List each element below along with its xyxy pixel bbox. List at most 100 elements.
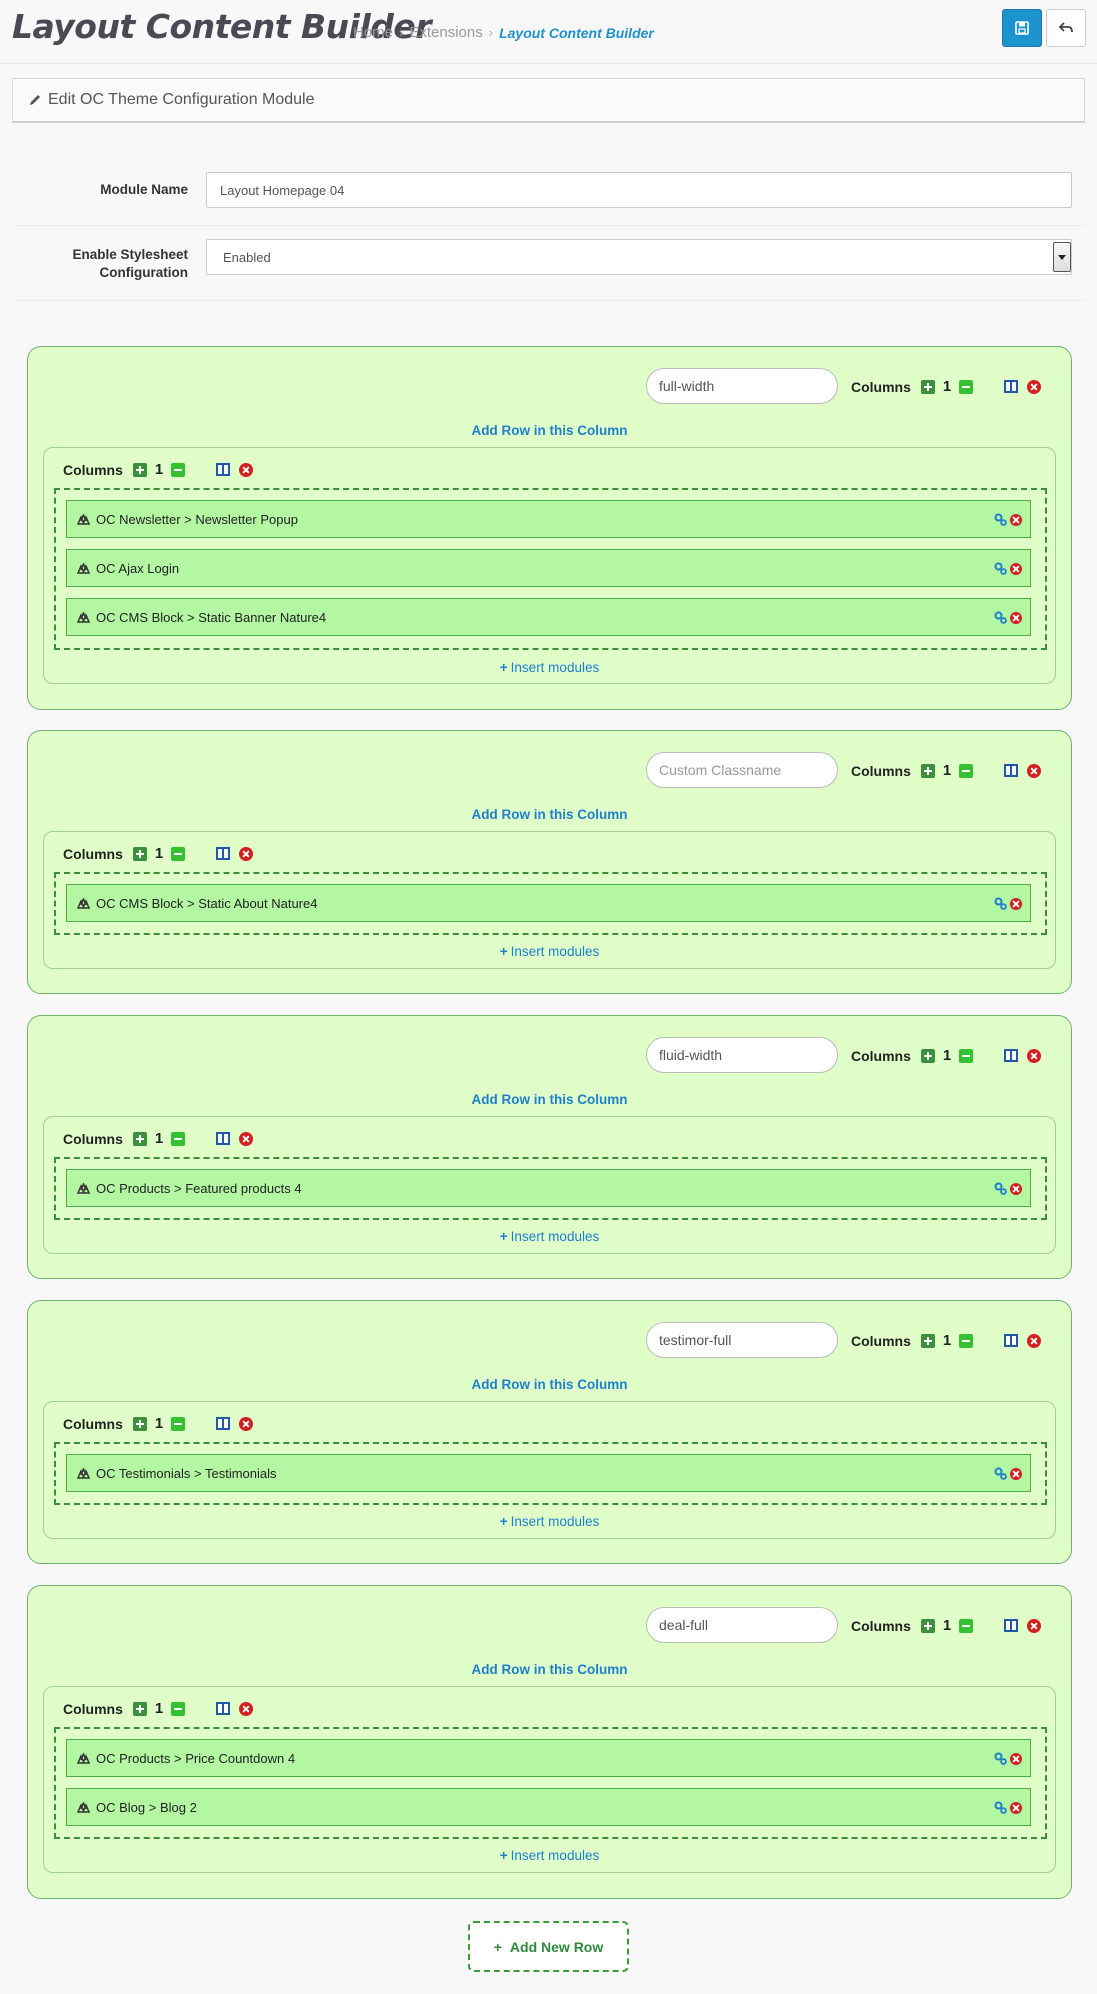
insert-modules-link[interactable]: + Insert modules — [44, 660, 1055, 675]
delete-column-icon[interactable] — [239, 1416, 254, 1431]
module-item[interactable]: OC Blog > Blog 2 — [66, 1788, 1031, 1826]
delete-row-icon[interactable] — [1027, 1333, 1042, 1348]
remove-column-icon[interactable] — [171, 1701, 186, 1716]
add-column-icon[interactable] — [132, 1416, 147, 1431]
columns-icon[interactable] — [1004, 1049, 1019, 1062]
delete-row-icon[interactable] — [1027, 379, 1042, 394]
module-name-input[interactable]: Layout Homepage 04 — [206, 172, 1072, 208]
delete-module-icon[interactable] — [1010, 513, 1022, 526]
insert-modules-link[interactable]: + Insert modules — [44, 1848, 1055, 1863]
classname-input[interactable]: deal-full — [646, 1607, 838, 1643]
remove-column-icon[interactable] — [959, 1048, 974, 1063]
delete-row-icon[interactable] — [1027, 763, 1042, 778]
insert-modules-link[interactable]: + Insert modules — [44, 944, 1055, 959]
delete-row-icon[interactable] — [1027, 1048, 1042, 1063]
add-column-icon[interactable] — [132, 1701, 147, 1716]
gear-icon[interactable] — [994, 513, 1007, 526]
module-item[interactable]: OC Newsletter > Newsletter Popup — [66, 500, 1031, 538]
delete-column-icon[interactable] — [239, 1701, 254, 1716]
remove-column-icon[interactable] — [959, 1333, 974, 1348]
add-new-row-label: Add New Row — [509, 1938, 604, 1955]
add-row-link[interactable]: Add Row in this Column — [28, 807, 1071, 822]
classname-input[interactable]: Custom Classname — [646, 752, 838, 788]
columns-icon[interactable] — [216, 1702, 231, 1715]
delete-module-icon[interactable] — [1010, 611, 1022, 624]
add-column-icon[interactable] — [920, 1048, 935, 1063]
remove-column-icon[interactable] — [959, 763, 974, 778]
delete-module-icon[interactable] — [1010, 1467, 1022, 1480]
delete-module-icon[interactable] — [1010, 562, 1022, 575]
add-column-icon[interactable] — [920, 1618, 935, 1633]
columns-label: Columns — [63, 1415, 123, 1432]
remove-column-icon[interactable] — [959, 379, 974, 394]
add-row-link[interactable]: Add Row in this Column — [28, 1662, 1071, 1677]
module-item[interactable]: OC Testimonials > Testimonials — [66, 1454, 1031, 1492]
module-item[interactable]: OC Ajax Login — [66, 549, 1031, 587]
gear-icon[interactable] — [994, 1182, 1007, 1195]
columns-count: 1 — [942, 762, 952, 779]
delete-column-icon[interactable] — [239, 1131, 254, 1146]
classname-input[interactable]: testimor-full — [646, 1322, 838, 1358]
delete-column-icon[interactable] — [239, 462, 254, 477]
add-row-link[interactable]: Add Row in this Column — [28, 1092, 1071, 1107]
add-column-icon[interactable] — [920, 379, 935, 394]
remove-column-icon[interactable] — [171, 462, 186, 477]
columns-icon[interactable] — [1004, 1619, 1019, 1632]
columns-icon[interactable] — [216, 463, 231, 476]
module-item[interactable]: OC Products > Price Countdown 4 — [66, 1739, 1031, 1777]
module-drop-zone[interactable]: OC Products > Featured products 4 — [54, 1157, 1047, 1220]
add-new-row-button[interactable]: + Add New Row — [468, 1921, 629, 1972]
back-button[interactable] — [1046, 9, 1086, 47]
columns-icon[interactable] — [216, 847, 231, 860]
columns-icon[interactable] — [1004, 380, 1019, 393]
add-row-link[interactable]: Add Row in this Column — [28, 1377, 1071, 1392]
breadcrumb-extensions[interactable]: Extensions — [409, 24, 482, 41]
gear-icon[interactable] — [994, 897, 1007, 910]
insert-modules-link[interactable]: + Insert modules — [44, 1229, 1055, 1244]
add-column-icon[interactable] — [920, 763, 935, 778]
chevron-down-icon[interactable] — [1053, 242, 1071, 272]
columns-icon[interactable] — [1004, 764, 1019, 777]
module-drop-zone[interactable]: OC CMS Block > Static About Nature4 — [54, 872, 1047, 935]
gear-icon[interactable] — [994, 1467, 1007, 1480]
row-column-controls: Columns 1 — [851, 378, 1042, 395]
breadcrumb-home[interactable]: Home — [353, 24, 393, 41]
remove-column-icon[interactable] — [959, 1618, 974, 1633]
add-column-icon[interactable] — [132, 462, 147, 477]
delete-module-icon[interactable] — [1010, 897, 1022, 910]
module-drop-zone[interactable]: OC Newsletter > Newsletter Popup OC Ajax… — [54, 488, 1047, 650]
gear-icon[interactable] — [994, 611, 1007, 624]
module-item[interactable]: OC CMS Block > Static About Nature4 — [66, 884, 1031, 922]
add-column-icon[interactable] — [920, 1333, 935, 1348]
columns-icon[interactable] — [216, 1132, 231, 1145]
stylesheet-select[interactable]: Enabled — [206, 239, 1072, 275]
delete-module-icon[interactable] — [1010, 1182, 1022, 1195]
columns-icon[interactable] — [1004, 1334, 1019, 1347]
classname-input[interactable]: full-width — [646, 368, 838, 404]
modules-icon — [77, 1182, 90, 1194]
insert-modules-link[interactable]: + Insert modules — [44, 1514, 1055, 1529]
module-name: OC CMS Block > Static About Nature4 — [96, 895, 318, 911]
module-item[interactable]: OC Products > Featured products 4 — [66, 1169, 1031, 1207]
breadcrumb-current[interactable]: Layout Content Builder — [499, 25, 654, 41]
remove-column-icon[interactable] — [171, 1131, 186, 1146]
classname-input[interactable]: fluid-width — [646, 1037, 838, 1073]
columns-icon[interactable] — [216, 1417, 231, 1430]
gear-icon[interactable] — [994, 562, 1007, 575]
gear-icon[interactable] — [994, 1752, 1007, 1765]
save-button[interactable] — [1002, 9, 1042, 47]
module-drop-zone[interactable]: OC Products > Price Countdown 4 OC Blog … — [54, 1727, 1047, 1839]
gear-icon[interactable] — [994, 1801, 1007, 1814]
module-item[interactable]: OC CMS Block > Static Banner Nature4 — [66, 598, 1031, 636]
delete-module-icon[interactable] — [1010, 1801, 1022, 1814]
module-drop-zone[interactable]: OC Testimonials > Testimonials — [54, 1442, 1047, 1505]
add-column-icon[interactable] — [132, 1131, 147, 1146]
add-row-link[interactable]: Add Row in this Column — [28, 423, 1071, 438]
delete-module-icon[interactable] — [1010, 1752, 1022, 1765]
add-column-icon[interactable] — [132, 846, 147, 861]
delete-column-icon[interactable] — [239, 846, 254, 861]
remove-column-icon[interactable] — [171, 1416, 186, 1431]
insert-modules-label: Insert modules — [510, 944, 600, 959]
delete-row-icon[interactable] — [1027, 1618, 1042, 1633]
remove-column-icon[interactable] — [171, 846, 186, 861]
